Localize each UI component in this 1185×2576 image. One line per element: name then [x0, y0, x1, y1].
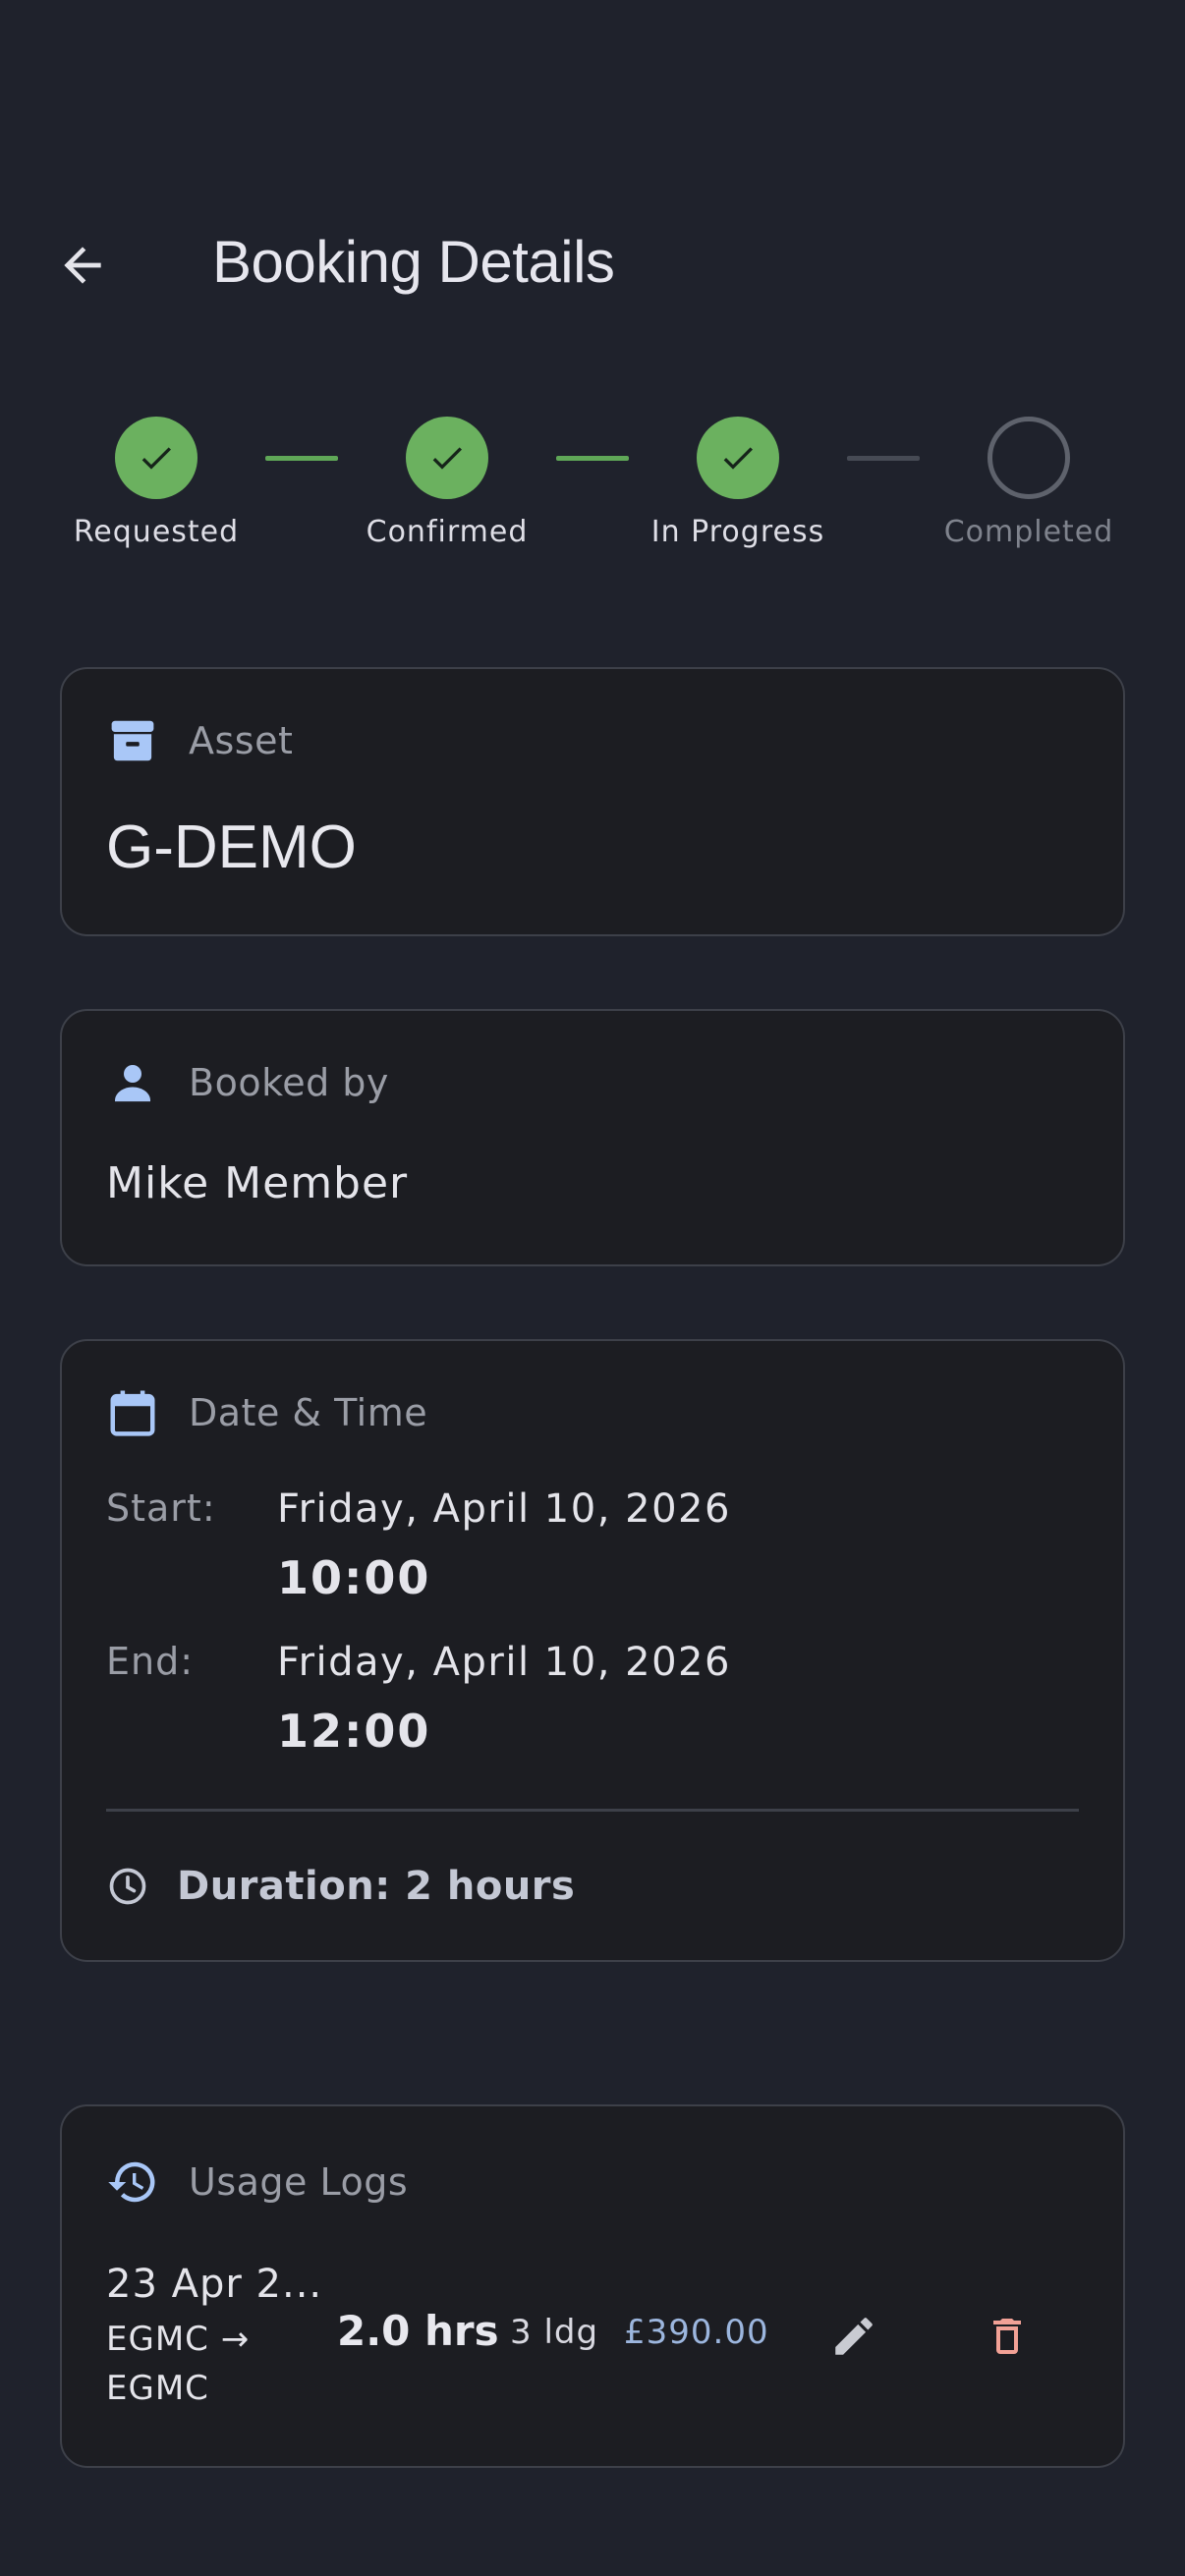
asset-card: Asset G-DEMO: [60, 667, 1125, 936]
booked-by-card-header: Booked by: [106, 1056, 389, 1109]
step-connector: [847, 456, 920, 461]
edit-log-button[interactable]: [815, 2297, 893, 2376]
step-label: In Progress: [650, 515, 825, 549]
log-price: £390.00: [624, 2313, 769, 2352]
pencil-icon: [835, 2318, 873, 2355]
date-time-card: Date & Time Start: Friday, April 10, 202…: [60, 1339, 1125, 1962]
check-icon: [141, 447, 171, 470]
log-route: EGMC → EGMC: [106, 2320, 251, 2408]
trash-icon: [993, 2319, 1021, 2354]
duration-row: Duration: 2 hours: [106, 1864, 575, 1909]
date-time-card-header: Date & Time: [106, 1386, 427, 1439]
date-time-label: Date & Time: [189, 1391, 428, 1434]
step-label: Confirmed: [366, 515, 529, 549]
check-icon: [432, 447, 462, 470]
step-completed: Completed: [931, 417, 1127, 549]
step-pending-indicator: [988, 417, 1070, 499]
log-date: 23 Apr 2...: [106, 2262, 323, 2307]
arrow-back-icon: [64, 247, 101, 284]
back-button[interactable]: [47, 226, 118, 305]
usage-logs-card-header: Usage Logs: [106, 2156, 408, 2209]
step-connector: [556, 456, 629, 461]
booking-details-screen: Booking Details Requested Confirmed In P…: [0, 0, 1185, 2576]
step-label: Completed: [943, 515, 1114, 549]
end-date: Friday, April 10, 2026: [277, 1640, 731, 1685]
booked-by-label: Booked by: [189, 1061, 389, 1104]
booked-by-value: Mike Member: [106, 1158, 409, 1208]
check-icon: [723, 447, 753, 470]
person-icon: [106, 1056, 159, 1109]
step-confirmed: Confirmed: [349, 417, 545, 549]
step-label: Requested: [73, 515, 240, 549]
start-date: Friday, April 10, 2026: [277, 1486, 731, 1532]
start-key: Start:: [106, 1486, 216, 1530]
step-done-indicator: [115, 417, 198, 499]
step-requested: Requested: [58, 417, 254, 549]
asset-value: G-DEMO: [106, 813, 357, 881]
end-time: 12:00: [277, 1705, 431, 1758]
duration-text: Duration: 2 hours: [177, 1864, 576, 1909]
step-in-progress: In Progress: [640, 417, 836, 549]
log-landings: 3 ldg: [510, 2313, 599, 2352]
usage-logs-card: Usage Logs 23 Apr 2... EGMC → EGMC 2.0 h…: [60, 2104, 1125, 2468]
step-connector: [265, 456, 338, 461]
asset-card-header: Asset: [106, 714, 293, 767]
history-icon: [106, 2156, 159, 2209]
calendar-icon: [106, 1386, 159, 1439]
page-title: Booking Details: [212, 229, 615, 295]
step-done-indicator: [406, 417, 488, 499]
usage-logs-label: Usage Logs: [189, 2160, 409, 2204]
archive-box-icon: [106, 714, 159, 767]
step-done-indicator: [697, 417, 779, 499]
divider: [106, 1809, 1079, 1812]
asset-label: Asset: [189, 719, 294, 762]
start-time: 10:00: [277, 1551, 431, 1604]
delete-log-button[interactable]: [968, 2297, 1046, 2376]
booked-by-card: Booked by Mike Member: [60, 1009, 1125, 1266]
clock-icon: [109, 1868, 146, 1905]
end-key: End:: [106, 1640, 195, 1683]
log-hours: 2.0 hrs: [337, 2307, 499, 2355]
